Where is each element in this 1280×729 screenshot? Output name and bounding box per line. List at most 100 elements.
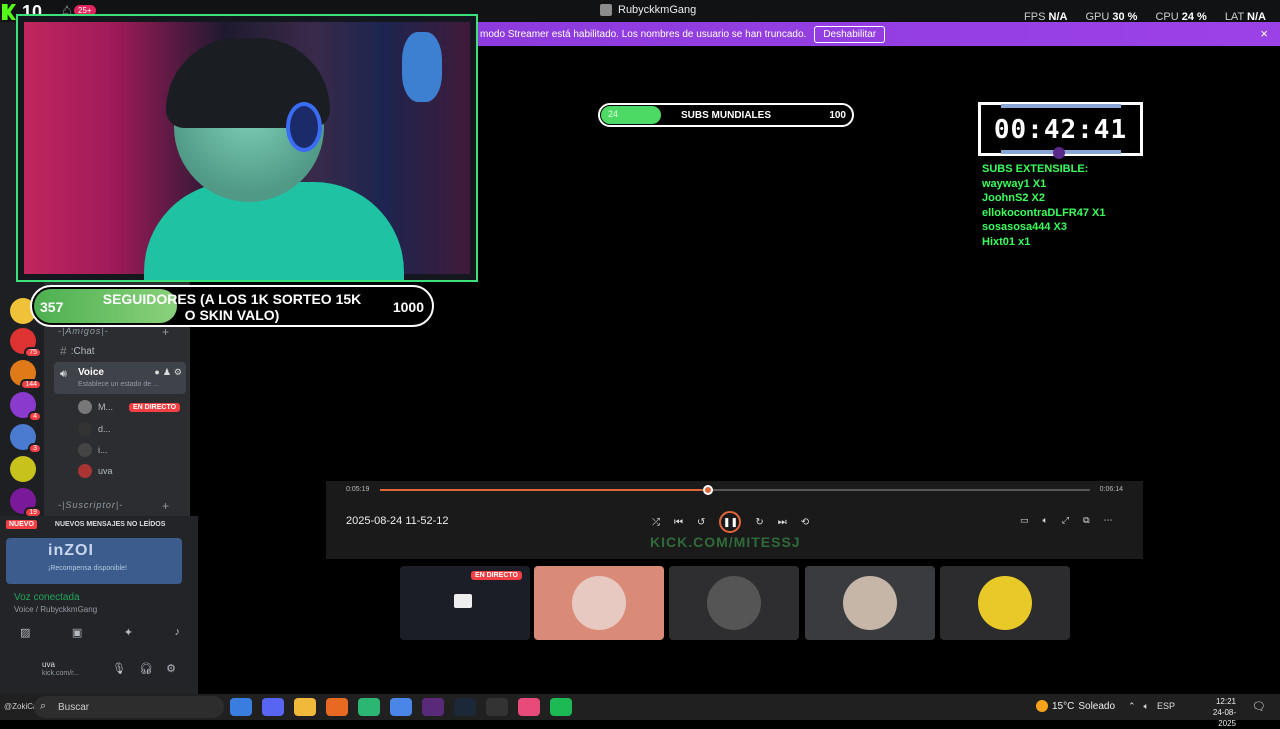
game-name: inZOI bbox=[48, 542, 94, 559]
server-icon[interactable] bbox=[10, 456, 36, 482]
headphones-icon[interactable]: 🎧︎ bbox=[139, 662, 153, 675]
webcam-scene bbox=[24, 22, 470, 280]
chrome-icon[interactable] bbox=[230, 698, 252, 716]
app-icon[interactable] bbox=[326, 698, 348, 716]
voice-user-name: i... bbox=[98, 445, 108, 455]
pause-button[interactable]: ❚❚ bbox=[719, 511, 742, 533]
app-icon[interactable] bbox=[358, 698, 380, 716]
steam-icon[interactable] bbox=[454, 698, 476, 716]
avatar bbox=[78, 443, 92, 457]
close-icon[interactable]: × bbox=[1260, 26, 1268, 41]
subs-extensible-title: SUBS EXTENSIBLE: bbox=[982, 163, 1089, 175]
voice-user-name: M... bbox=[98, 402, 113, 412]
discord-bottom-panel: NUEVO NUEVOS MENSAJES NO LEÍDOS inZOI ¡Re… bbox=[0, 516, 198, 694]
server-icon[interactable]: 4 bbox=[10, 392, 42, 422]
chevron-up-icon[interactable]: ⌃ bbox=[1128, 701, 1136, 712]
voice-user[interactable]: d... bbox=[78, 422, 111, 436]
server-icon[interactable]: 19 bbox=[10, 488, 42, 518]
game-card[interactable]: inZOI ¡Recompensa disponible! bbox=[6, 538, 182, 584]
app-icon bbox=[600, 4, 612, 16]
taskbar-apps bbox=[230, 698, 572, 716]
spotify-icon[interactable] bbox=[550, 698, 572, 716]
mic-icon[interactable]: 🎙︎ bbox=[112, 662, 126, 675]
activity-icon[interactable]: ✦ bbox=[124, 626, 133, 639]
voice-user[interactable]: uva bbox=[78, 464, 113, 478]
system-tray: ⌃ 🔈︎ ESP bbox=[1128, 701, 1175, 712]
fullscreen-icon[interactable]: ⤢ bbox=[1062, 515, 1069, 526]
disable-streamer-mode-button[interactable]: Deshabilitar bbox=[814, 25, 886, 43]
timer-dot bbox=[1053, 147, 1065, 159]
subs-extensible-list: SUBS EXTENSIBLE: wayway1 X1 JoohnS2 X2 e… bbox=[982, 162, 1105, 249]
avatar bbox=[572, 576, 626, 630]
user-status: kick.com/r... bbox=[42, 670, 79, 677]
category-amigos[interactable]: -|Amigos|- + bbox=[58, 325, 169, 339]
server-icon[interactable]: 75 bbox=[10, 328, 42, 358]
participant-tile-screenshare[interactable]: EN DIRECTO bbox=[400, 566, 530, 640]
epic-games-icon[interactable] bbox=[486, 698, 508, 716]
search-input[interactable]: ⌕ Buscar bbox=[34, 696, 224, 718]
weather-widget[interactable]: 15°C Soleado bbox=[1036, 700, 1115, 712]
more-icon[interactable]: ⋯ bbox=[1104, 515, 1113, 526]
subs-entry: ellokocontraDLFR47 X1 bbox=[982, 206, 1106, 219]
kick-logo-icon bbox=[2, 4, 16, 20]
voice-user[interactable]: M... EN DIRECTO bbox=[78, 400, 181, 414]
settings-icon[interactable]: ⚙ bbox=[166, 662, 176, 675]
soundboard-icon[interactable]: ♪ bbox=[174, 626, 180, 639]
streamer-mode-banner: modo Streamer está habilitado. Los nombr… bbox=[476, 22, 1280, 46]
channel-voice[interactable]: 🔊︎ Voice Establece un estado de ... ● ♟ … bbox=[54, 362, 186, 394]
screen-share-icon[interactable]: ▣ bbox=[72, 626, 82, 639]
next-icon[interactable]: ⏭︎ bbox=[778, 517, 787, 528]
repeat-icon[interactable]: ⟲ bbox=[801, 517, 809, 528]
timer-top-bar bbox=[1001, 104, 1121, 108]
rewind-icon[interactable]: ↺ bbox=[697, 517, 705, 528]
followers-goal-label: SEGUIDORES (A LOS 1K SORTEO 15K O SKIN V… bbox=[102, 291, 362, 323]
app-icon[interactable] bbox=[422, 698, 444, 716]
channel-chat[interactable]: #:Chat bbox=[60, 344, 95, 358]
chat-icon[interactable]: ● bbox=[154, 367, 159, 378]
playback-controls: ⤮ ⏮︎ ↺ ❚❚ ↻ ⏭︎ ⟲ bbox=[652, 511, 809, 533]
shuffle-icon[interactable]: ⤮ bbox=[652, 517, 660, 528]
miniplayer-icon[interactable]: ⧉ bbox=[1083, 515, 1089, 526]
server-icon[interactable]: 3 bbox=[10, 424, 42, 454]
subs-target: 100 bbox=[829, 110, 846, 121]
participant-tile[interactable] bbox=[534, 566, 664, 640]
subs-entry: wayway1 X1 bbox=[982, 177, 1047, 190]
seek-bar[interactable] bbox=[380, 485, 1090, 495]
notification-icon[interactable]: 🗨︎ bbox=[1252, 700, 1266, 713]
discord-icon[interactable] bbox=[262, 698, 284, 716]
app-icon[interactable] bbox=[518, 698, 540, 716]
server-badge: 4 bbox=[28, 411, 42, 422]
voice-user[interactable]: i... bbox=[78, 443, 108, 457]
server-badge: 75 bbox=[24, 347, 42, 358]
add-member-icon[interactable]: ♟ bbox=[163, 367, 171, 378]
hash-icon: # bbox=[60, 344, 67, 358]
previous-icon[interactable]: ⏮︎ bbox=[674, 517, 683, 528]
volume-icon[interactable]: 🔈︎ bbox=[1144, 701, 1149, 712]
category-suscriptor[interactable]: -|Suscriptor|- + bbox=[58, 499, 169, 513]
volume-icon[interactable]: 🔈︎ bbox=[1043, 515, 1048, 526]
speaker-icon: 🔊︎ bbox=[60, 368, 67, 380]
voice-location[interactable]: Voice / RubyckkmGang bbox=[14, 605, 97, 614]
new-messages-bar[interactable]: NUEVO NUEVOS MENSAJES NO LEÍDOS bbox=[6, 516, 190, 532]
app-icon[interactable] bbox=[390, 698, 412, 716]
lang-indicator[interactable]: ESP bbox=[1157, 701, 1175, 712]
server-icon[interactable]: 144 bbox=[10, 360, 42, 390]
participant-tile[interactable] bbox=[940, 566, 1070, 640]
folder-icon[interactable] bbox=[294, 698, 316, 716]
gear-icon[interactable]: ⚙ bbox=[174, 367, 182, 378]
seek-handle[interactable] bbox=[703, 485, 714, 495]
channel-label: :Chat bbox=[70, 345, 95, 357]
subtitles-icon[interactable]: ▭ bbox=[1020, 515, 1029, 526]
sun-icon bbox=[1036, 700, 1048, 712]
clock-date: 24-08-2025 bbox=[1212, 708, 1236, 728]
live-badge: EN DIRECTO bbox=[470, 571, 522, 580]
add-channel-icon[interactable]: + bbox=[162, 499, 170, 513]
avatar bbox=[78, 464, 92, 478]
add-channel-icon[interactable]: + bbox=[162, 325, 170, 339]
participant-tile[interactable] bbox=[805, 566, 935, 640]
forward-icon[interactable]: ↻ bbox=[755, 517, 763, 528]
camera-off-icon[interactable]: ▨ bbox=[20, 626, 30, 639]
new-tag: NUEVO bbox=[6, 519, 37, 529]
clock[interactable]: 12:21 24-08-2025 bbox=[1196, 696, 1236, 729]
participant-tile[interactable] bbox=[669, 566, 799, 640]
